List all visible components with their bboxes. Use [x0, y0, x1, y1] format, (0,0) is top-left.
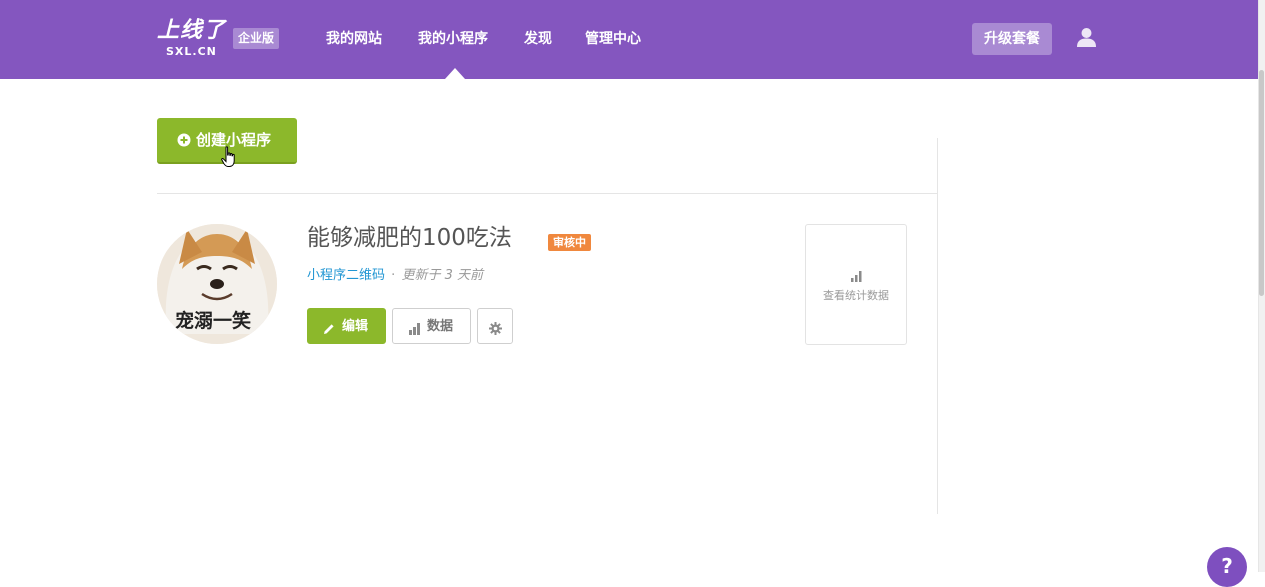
nav-admin-center[interactable]: 管理中心	[585, 30, 641, 48]
view-stats-label: 查看统计数据	[823, 289, 889, 302]
review-status-badge: 审核中	[548, 234, 591, 251]
nav-discover[interactable]: 发现	[524, 30, 552, 48]
logo-subtext: SXL.CN	[166, 45, 217, 58]
app-title[interactable]: 能够减肥的100吃法	[307, 224, 512, 252]
meta-separator: ·	[391, 268, 396, 283]
data-button[interactable]: 数据	[392, 308, 471, 344]
avatar-caption: 宠溺一笑	[174, 310, 251, 332]
plus-circle-icon	[177, 132, 191, 147]
app-avatar[interactable]: 宠溺一笑	[157, 224, 277, 344]
edit-button-label: 编辑	[342, 319, 369, 334]
updated-time: 更新于 3 天前	[401, 268, 483, 283]
logo-text: 上线了	[157, 18, 227, 43]
edition-badge: 企业版	[233, 28, 280, 49]
settings-button[interactable]	[477, 308, 513, 344]
top-navbar: 上线了 SXL.CN 企业版 我的网站 我的小程序 发现 管理中心 升级套餐	[0, 0, 1265, 79]
active-nav-caret	[445, 68, 465, 79]
pencil-icon	[323, 320, 335, 334]
sidebar-divider	[937, 138, 938, 514]
upgrade-plan-button[interactable]: 升级套餐	[972, 23, 1052, 55]
nav-my-miniprograms[interactable]: 我的小程序	[418, 30, 488, 48]
nav-my-websites[interactable]: 我的网站	[326, 30, 382, 48]
bar-chart-icon	[851, 267, 862, 282]
user-icon[interactable]	[1076, 27, 1097, 48]
help-button[interactable]: ?	[1207, 547, 1247, 587]
content-divider	[157, 193, 937, 194]
view-stats-card[interactable]: 查看统计数据	[805, 224, 907, 345]
edit-button[interactable]: 编辑	[307, 308, 386, 344]
scrollbar-thumb[interactable]	[1259, 70, 1264, 296]
qr-code-link[interactable]: 小程序二维码	[307, 268, 385, 283]
gear-icon	[489, 320, 502, 335]
bar-chart-icon	[408, 320, 421, 335]
app-meta: 小程序二维码 · 更新于 3 天前	[307, 267, 483, 284]
data-button-label: 数据	[427, 319, 454, 334]
hand-pointer-cursor-icon	[221, 146, 239, 168]
logo[interactable]: 上线了 SXL.CN	[157, 18, 229, 60]
